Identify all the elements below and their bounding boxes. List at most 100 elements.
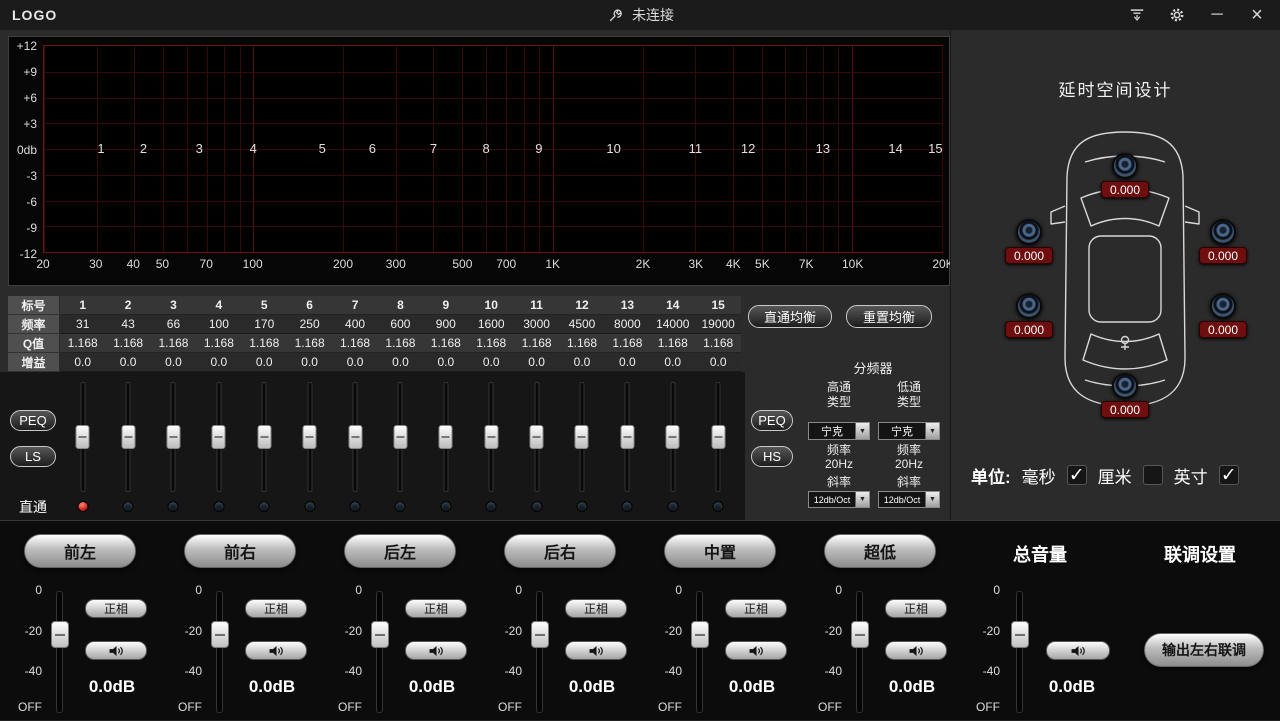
eq-band-fader[interactable] (80, 382, 85, 492)
eq-band-column (695, 374, 740, 520)
x-axis-label: 20 (36, 257, 49, 271)
eq-x-axis: 20304050701002003005007001K2K3K4K5K7K10K… (43, 257, 943, 273)
fader-handle[interactable] (666, 425, 680, 449)
high-shelf-button[interactable]: HS (751, 446, 793, 467)
fader-handle[interactable] (51, 621, 69, 648)
fader-handle[interactable] (393, 425, 407, 449)
fader-handle[interactable] (711, 425, 725, 449)
speaker-rear-left-icon[interactable] (1016, 293, 1042, 319)
unit-checkbox-1[interactable] (1143, 465, 1163, 485)
mute-button[interactable] (565, 641, 627, 660)
mute-button[interactable] (85, 641, 147, 660)
eq-band-fader[interactable] (126, 382, 131, 492)
fader-handle[interactable] (166, 425, 180, 449)
phase-button[interactable]: 正相 (725, 599, 787, 618)
peq-button-right[interactable]: PEQ (751, 410, 793, 431)
fader-handle[interactable] (484, 425, 498, 449)
phase-button[interactable]: 正相 (405, 599, 467, 618)
fader-handle[interactable] (531, 621, 549, 648)
fader-handle[interactable] (691, 621, 709, 648)
eq-band-column (423, 374, 468, 520)
channel-button[interactable]: 超低 (824, 534, 936, 568)
settings-gear-icon[interactable] (1168, 6, 1186, 24)
eq-table-cell: 10 (469, 296, 514, 315)
eq-table-cell: 0.0 (650, 353, 695, 372)
eq-table-cell: 9 (423, 296, 468, 315)
fader-handle[interactable] (303, 425, 317, 449)
collapse-menu-icon[interactable] (1128, 6, 1146, 24)
mute-button[interactable] (725, 641, 787, 660)
eq-band-fader[interactable] (489, 382, 494, 492)
channel-button[interactable]: 中置 (664, 534, 776, 568)
eq-band-fader[interactable] (716, 382, 721, 492)
hp-type-value: 宁克 (809, 423, 855, 439)
fader-handle[interactable] (212, 425, 226, 449)
band-indicator (77, 501, 88, 512)
eq-table-cell: 6 (287, 296, 332, 315)
eq-band-fader[interactable] (307, 382, 312, 492)
reset-eq-button[interactable]: 重置均衡 (846, 305, 932, 328)
channel-button[interactable]: 前右 (184, 534, 296, 568)
fader-handle[interactable] (575, 425, 589, 449)
channel-button[interactable]: 后左 (344, 534, 456, 568)
speaker-front-center-icon[interactable] (1112, 153, 1138, 179)
dropdown-arrow-icon: ▼ (855, 492, 869, 507)
eq-band-fader[interactable] (579, 382, 584, 492)
eq-plot[interactable]: 123456789101112131415 (43, 45, 943, 253)
phase-button[interactable]: 正相 (85, 599, 147, 618)
eq-band-fader[interactable] (670, 382, 675, 492)
eq-sliders (60, 374, 742, 520)
fader-handle[interactable] (371, 621, 389, 648)
speaker-rear-right-icon[interactable] (1210, 293, 1236, 319)
hp-type-select[interactable]: 宁克 ▼ (808, 422, 870, 440)
fader-handle[interactable] (76, 425, 90, 449)
eq-band-fader[interactable] (625, 382, 630, 492)
fader-handle[interactable] (851, 621, 869, 648)
unit-checkbox-0[interactable]: ✓ (1067, 465, 1087, 485)
eq-table-cell: 66 (151, 315, 196, 334)
fader-handle[interactable] (211, 621, 229, 648)
eq-band-fader[interactable] (262, 382, 267, 492)
eq-band-fader[interactable] (216, 382, 221, 492)
eq-band-fader[interactable] (443, 382, 448, 492)
mute-button[interactable] (405, 641, 467, 660)
speaker-front-right-icon[interactable] (1210, 219, 1236, 245)
eq-band-fader[interactable] (171, 382, 176, 492)
hp-slope-value: 12db/Oct (809, 492, 855, 507)
eq-table-cell: 0.0 (514, 353, 559, 372)
eq-table-cell: 1.168 (287, 334, 332, 353)
hp-slope-select[interactable]: 12db/Oct ▼ (808, 491, 870, 508)
fader-handle[interactable] (121, 425, 135, 449)
speaker-subwoofer-icon[interactable] (1112, 373, 1138, 399)
eq-band-fader[interactable] (398, 382, 403, 492)
fader-handle[interactable] (620, 425, 634, 449)
fader-handle[interactable] (257, 425, 271, 449)
master-fader-handle[interactable] (1011, 621, 1029, 648)
lp-type-select[interactable]: 宁克 ▼ (878, 422, 940, 440)
phase-button[interactable]: 正相 (885, 599, 947, 618)
channel-button[interactable]: 前左 (24, 534, 136, 568)
eq-table-cell: 13 (605, 296, 650, 315)
fader-handle[interactable] (530, 425, 544, 449)
mute-button[interactable] (885, 641, 947, 660)
unit-checkbox-2[interactable]: ✓ (1219, 465, 1239, 485)
fader-handle[interactable] (439, 425, 453, 449)
eq-table-cell: 1 (60, 296, 105, 315)
dropdown-arrow-icon: ▼ (925, 423, 939, 439)
close-button[interactable]: × (1248, 6, 1266, 24)
channel-button[interactable]: 后右 (504, 534, 616, 568)
bypass-eq-button[interactable]: 直通均衡 (748, 305, 832, 328)
speaker-front-left-icon[interactable] (1016, 219, 1042, 245)
mute-button[interactable] (245, 641, 307, 660)
minimize-button[interactable]: ─ (1208, 6, 1226, 24)
phase-button[interactable]: 正相 (245, 599, 307, 618)
lp-slope-select[interactable]: 12db/Oct ▼ (878, 491, 940, 508)
low-shelf-button[interactable]: LS (10, 446, 56, 467)
peq-button-left[interactable]: PEQ (10, 410, 56, 431)
phase-button[interactable]: 正相 (565, 599, 627, 618)
link-lr-output-button[interactable]: 输出左右联调 (1144, 633, 1264, 667)
master-mute-button[interactable] (1046, 641, 1110, 660)
fader-handle[interactable] (348, 425, 362, 449)
eq-band-fader[interactable] (353, 382, 358, 492)
eq-band-fader[interactable] (534, 382, 539, 492)
